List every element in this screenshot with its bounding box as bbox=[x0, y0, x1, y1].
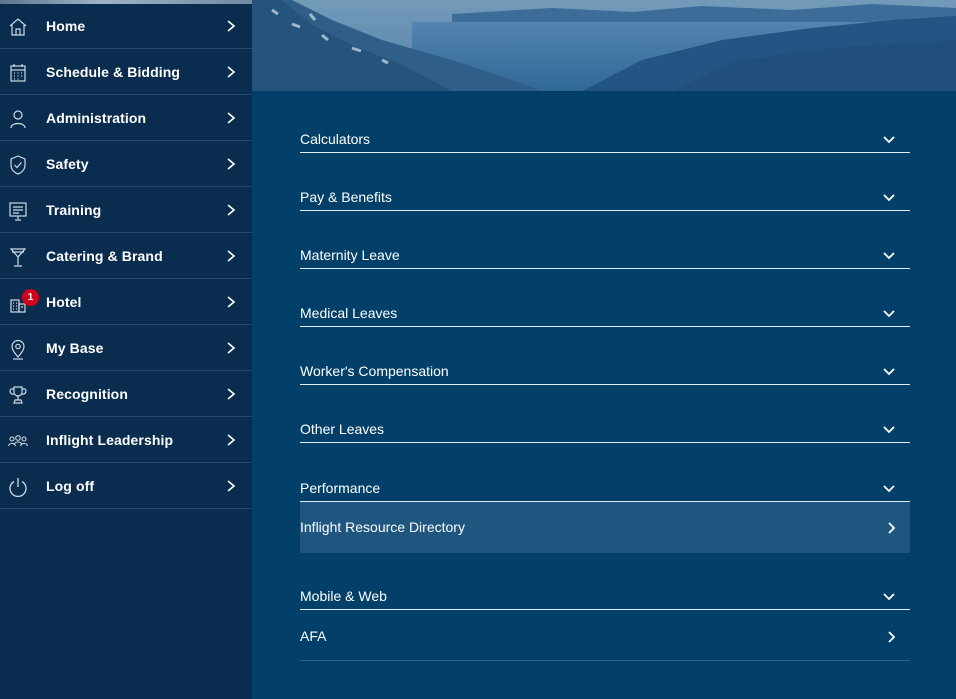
sidebar-item-home[interactable]: Home bbox=[0, 4, 252, 49]
chevron-right-icon bbox=[227, 434, 236, 446]
sidebar-item-log-off[interactable]: Log off bbox=[0, 464, 252, 509]
chevron-right-icon bbox=[227, 66, 236, 78]
chevron-down-icon bbox=[883, 485, 895, 493]
accordion-label: Worker's Compensation bbox=[300, 363, 449, 379]
map-pin-icon bbox=[7, 338, 29, 360]
chevron-down-icon bbox=[883, 426, 895, 434]
chevron-right-icon bbox=[227, 480, 236, 492]
accordion-header-workers-compensation[interactable]: Worker's Compensation bbox=[300, 355, 910, 385]
chevron-down-icon bbox=[883, 252, 895, 260]
link-label: AFA bbox=[300, 628, 327, 644]
chevron-right-icon bbox=[227, 158, 236, 170]
accordion-label: Pay & Benefits bbox=[300, 189, 392, 205]
accordion-label: Calculators bbox=[300, 131, 371, 147]
sidebar-item-catering-brand[interactable]: Catering & Brand bbox=[0, 234, 252, 279]
accordion-label: Medical Leaves bbox=[300, 305, 398, 321]
accordion-header-maternity-leave[interactable]: Maternity Leave bbox=[300, 239, 910, 269]
chevron-down-icon bbox=[883, 368, 895, 376]
cocktail-glass-icon bbox=[7, 246, 29, 268]
chevron-right-icon bbox=[227, 250, 236, 262]
sidebar-item-schedule-bidding[interactable]: Schedule & Bidding bbox=[0, 50, 252, 95]
accordion-label: Maternity Leave bbox=[300, 247, 400, 263]
sidebar-item-label: Administration bbox=[46, 110, 147, 126]
sidebar-item-label: Schedule & Bidding bbox=[46, 64, 181, 80]
sidebar-item-recognition[interactable]: Recognition bbox=[0, 372, 252, 417]
accordion-header-calculators[interactable]: Calculators bbox=[300, 123, 910, 153]
sidebar-item-administration[interactable]: Administration bbox=[0, 96, 252, 141]
chevron-right-icon bbox=[888, 631, 896, 643]
link-afa[interactable]: AFA bbox=[300, 611, 910, 661]
chevron-right-icon bbox=[227, 112, 236, 124]
link-inflight-resource-directory[interactable]: Inflight Resource Directory bbox=[300, 502, 910, 553]
calendar-icon bbox=[7, 62, 29, 84]
sidebar-item-hotel[interactable]: 1 Hotel bbox=[0, 280, 252, 325]
chevron-right-icon bbox=[227, 296, 236, 308]
hero-banner-image bbox=[252, 0, 956, 91]
power-icon bbox=[7, 476, 29, 498]
notification-badge: 1 bbox=[22, 289, 39, 306]
sidebar-item-safety[interactable]: Safety bbox=[0, 142, 252, 187]
sidebar-nav: Home Schedule & Bidding Administration S… bbox=[0, 0, 252, 699]
chevron-down-icon bbox=[883, 136, 895, 144]
accordion-label: Mobile & Web bbox=[300, 588, 387, 604]
sidebar-item-label: My Base bbox=[46, 340, 104, 356]
link-label: Inflight Resource Directory bbox=[300, 519, 465, 535]
sidebar-item-label: Inflight Leadership bbox=[46, 432, 174, 448]
sidebar-item-training[interactable]: Training bbox=[0, 188, 252, 233]
home-icon bbox=[7, 16, 29, 38]
chevron-right-icon bbox=[227, 342, 236, 354]
accordion-label: Other Leaves bbox=[300, 421, 385, 437]
presentation-board-icon bbox=[7, 200, 29, 222]
sidebar-item-label: Catering & Brand bbox=[46, 248, 163, 264]
people-group-icon bbox=[7, 430, 29, 452]
sidebar-item-my-base[interactable]: My Base bbox=[0, 326, 252, 371]
trophy-icon bbox=[7, 384, 29, 406]
sidebar-item-label: Hotel bbox=[46, 294, 82, 310]
sidebar-item-label: Safety bbox=[46, 156, 89, 172]
sidebar-item-label: Log off bbox=[46, 478, 95, 494]
sidebar-item-label: Training bbox=[46, 202, 102, 218]
sidebar-item-inflight-leadership[interactable]: Inflight Leadership bbox=[0, 418, 252, 463]
accordion-header-performance[interactable]: Performance bbox=[300, 472, 910, 502]
shield-check-icon bbox=[7, 154, 29, 176]
chevron-down-icon bbox=[883, 593, 895, 601]
accordion-header-other-leaves[interactable]: Other Leaves bbox=[300, 413, 910, 443]
accordion-header-medical-leaves[interactable]: Medical Leaves bbox=[300, 297, 910, 327]
chevron-right-icon bbox=[227, 388, 236, 400]
accordion-header-mobile-web[interactable]: Mobile & Web bbox=[300, 580, 910, 610]
accordion-header-pay-benefits[interactable]: Pay & Benefits bbox=[300, 181, 910, 211]
chevron-right-icon bbox=[227, 204, 236, 216]
chevron-down-icon bbox=[883, 194, 895, 202]
sidebar-item-label: Home bbox=[46, 18, 86, 34]
sidebar-item-label: Recognition bbox=[46, 386, 128, 402]
chevron-right-icon bbox=[888, 522, 896, 534]
person-icon bbox=[7, 108, 29, 130]
accordion-label: Performance bbox=[300, 480, 381, 496]
chevron-down-icon bbox=[883, 310, 895, 318]
chevron-right-icon bbox=[227, 20, 236, 32]
